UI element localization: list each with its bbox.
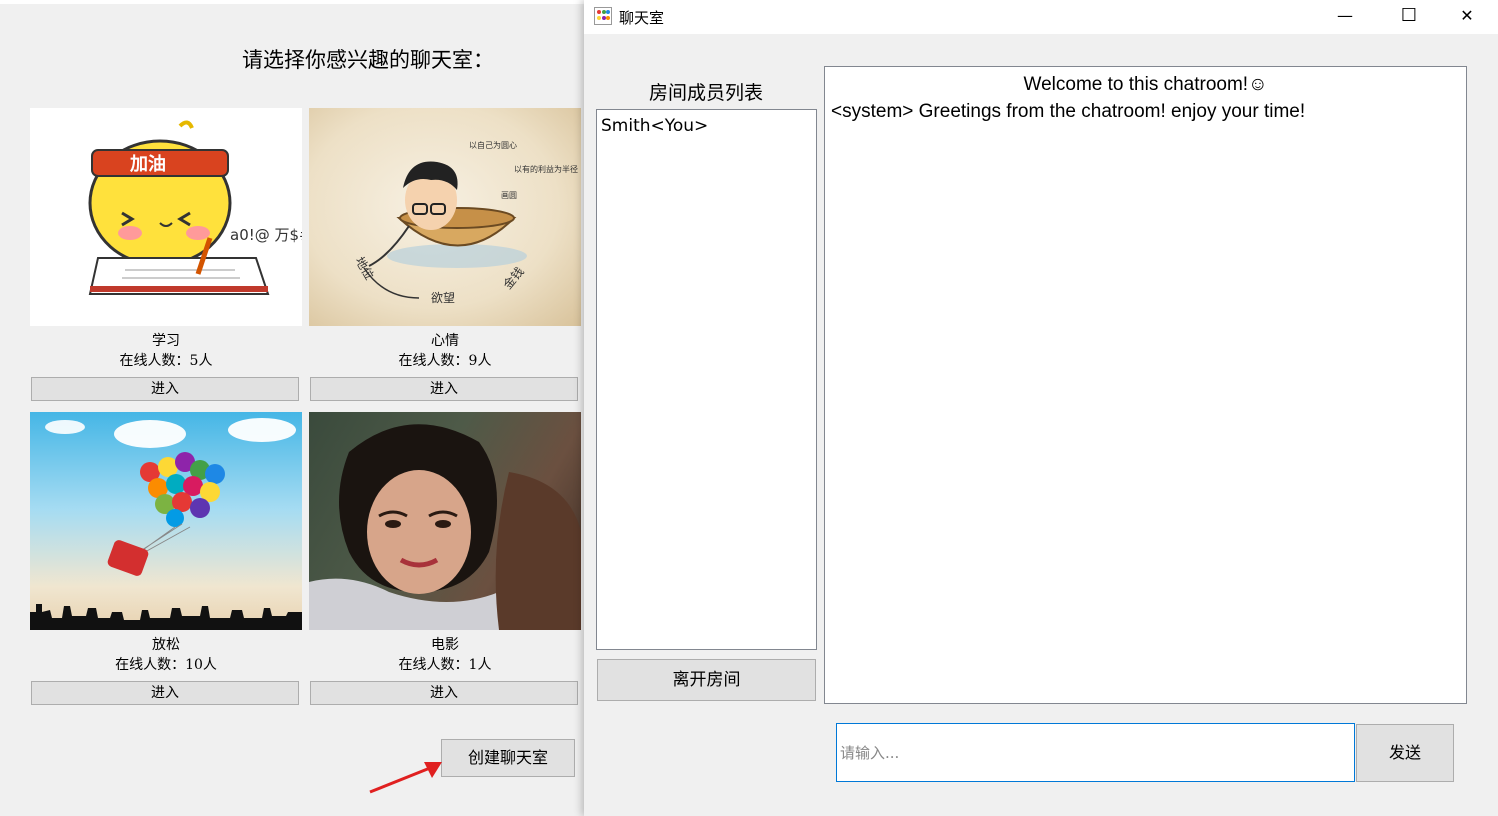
enter-room-button[interactable]: 进入 — [31, 377, 299, 401]
mood-text-2: 以有的利益为半径 — [514, 164, 578, 174]
enter-room-button[interactable]: 进入 — [310, 377, 578, 401]
members-list-label: 房间成员列表 — [648, 82, 763, 104]
chat-message-area[interactable]: Welcome to this chatroom!☺ <system> Gree… — [824, 66, 1467, 704]
room-card-relax: 放松 在线人数：10人 进入 — [30, 412, 302, 705]
app-icon — [594, 7, 612, 25]
room-image-movie[interactable] — [309, 412, 581, 630]
mood-text-5: 欲望 — [431, 291, 455, 305]
room-image-relax[interactable] — [30, 412, 302, 630]
create-chatroom-button[interactable]: 创建聊天室 — [441, 739, 575, 777]
members-list[interactable]: Smith<You> — [596, 109, 817, 650]
room-online-count: 在线人数：9人 — [398, 353, 492, 369]
room-online-count: 在线人数：5人 — [119, 353, 213, 369]
red-arrow-annotation — [369, 762, 442, 794]
maximize-button[interactable]: ☐ — [1386, 0, 1432, 34]
room-name: 学习 — [152, 333, 180, 349]
chat-message: <system> Greetings from the chatroom! en… — [831, 101, 1306, 122]
close-button[interactable]: ✕ — [1444, 0, 1490, 34]
enter-room-button[interactable]: 进入 — [310, 681, 578, 705]
room-select-window: 请选择你感兴趣的聊天室： 加油 a0!@ 万$# 学习 — [0, 4, 586, 816]
mood-text-4: 地位 — [352, 254, 377, 282]
mood-text-3: 画圆 — [501, 191, 517, 200]
room-name: 电影 — [431, 637, 459, 653]
send-button[interactable]: 发送 — [1356, 724, 1454, 782]
minimize-button[interactable]: — — [1322, 0, 1368, 34]
room-name: 心情 — [431, 333, 459, 349]
room-name: 放松 — [152, 637, 180, 653]
room-online-count: 在线人数：1人 — [398, 657, 492, 673]
enter-room-button[interactable]: 进入 — [31, 681, 299, 705]
room-image-mood[interactable]: 以自己为圆心 以有的利益为半径 画圆 地位 欲望 金钱 — [309, 108, 581, 326]
room-card-mood: 以自己为圆心 以有的利益为半径 画圆 地位 欲望 金钱 心情 在线人数：9人 进… — [309, 108, 581, 401]
room-select-title: 请选择你感兴趣的聊天室： — [242, 48, 494, 72]
room-image-study[interactable]: 加油 a0!@ 万$# — [30, 108, 302, 326]
study-scribble-text: a0!@ 万$# — [230, 226, 302, 244]
room-online-count: 在线人数：10人 — [115, 657, 217, 673]
mood-text-6: 金钱 — [500, 264, 527, 292]
window-title: 聊天室 — [619, 9, 665, 27]
welcome-message: Welcome to this chatroom!☺ — [1023, 74, 1268, 95]
study-band-text: 加油 — [129, 153, 166, 175]
room-card-movie: 电影 在线人数：1人 进入 — [309, 412, 581, 705]
leave-room-button[interactable]: 离开房间 — [597, 659, 816, 701]
message-input[interactable] — [836, 723, 1355, 782]
room-card-study: 加油 a0!@ 万$# 学习 在线人数：5人 进入 — [30, 108, 302, 401]
member-item[interactable]: Smith<You> — [597, 110, 816, 136]
mood-text-1: 以自己为圆心 — [469, 140, 517, 150]
chat-window: 聊天室 — ☐ ✕ 房间成员列表 Smith<You> 离开房间 Welcome… — [584, 0, 1498, 816]
title-bar[interactable]: 聊天室 — ☐ ✕ — [584, 0, 1498, 34]
